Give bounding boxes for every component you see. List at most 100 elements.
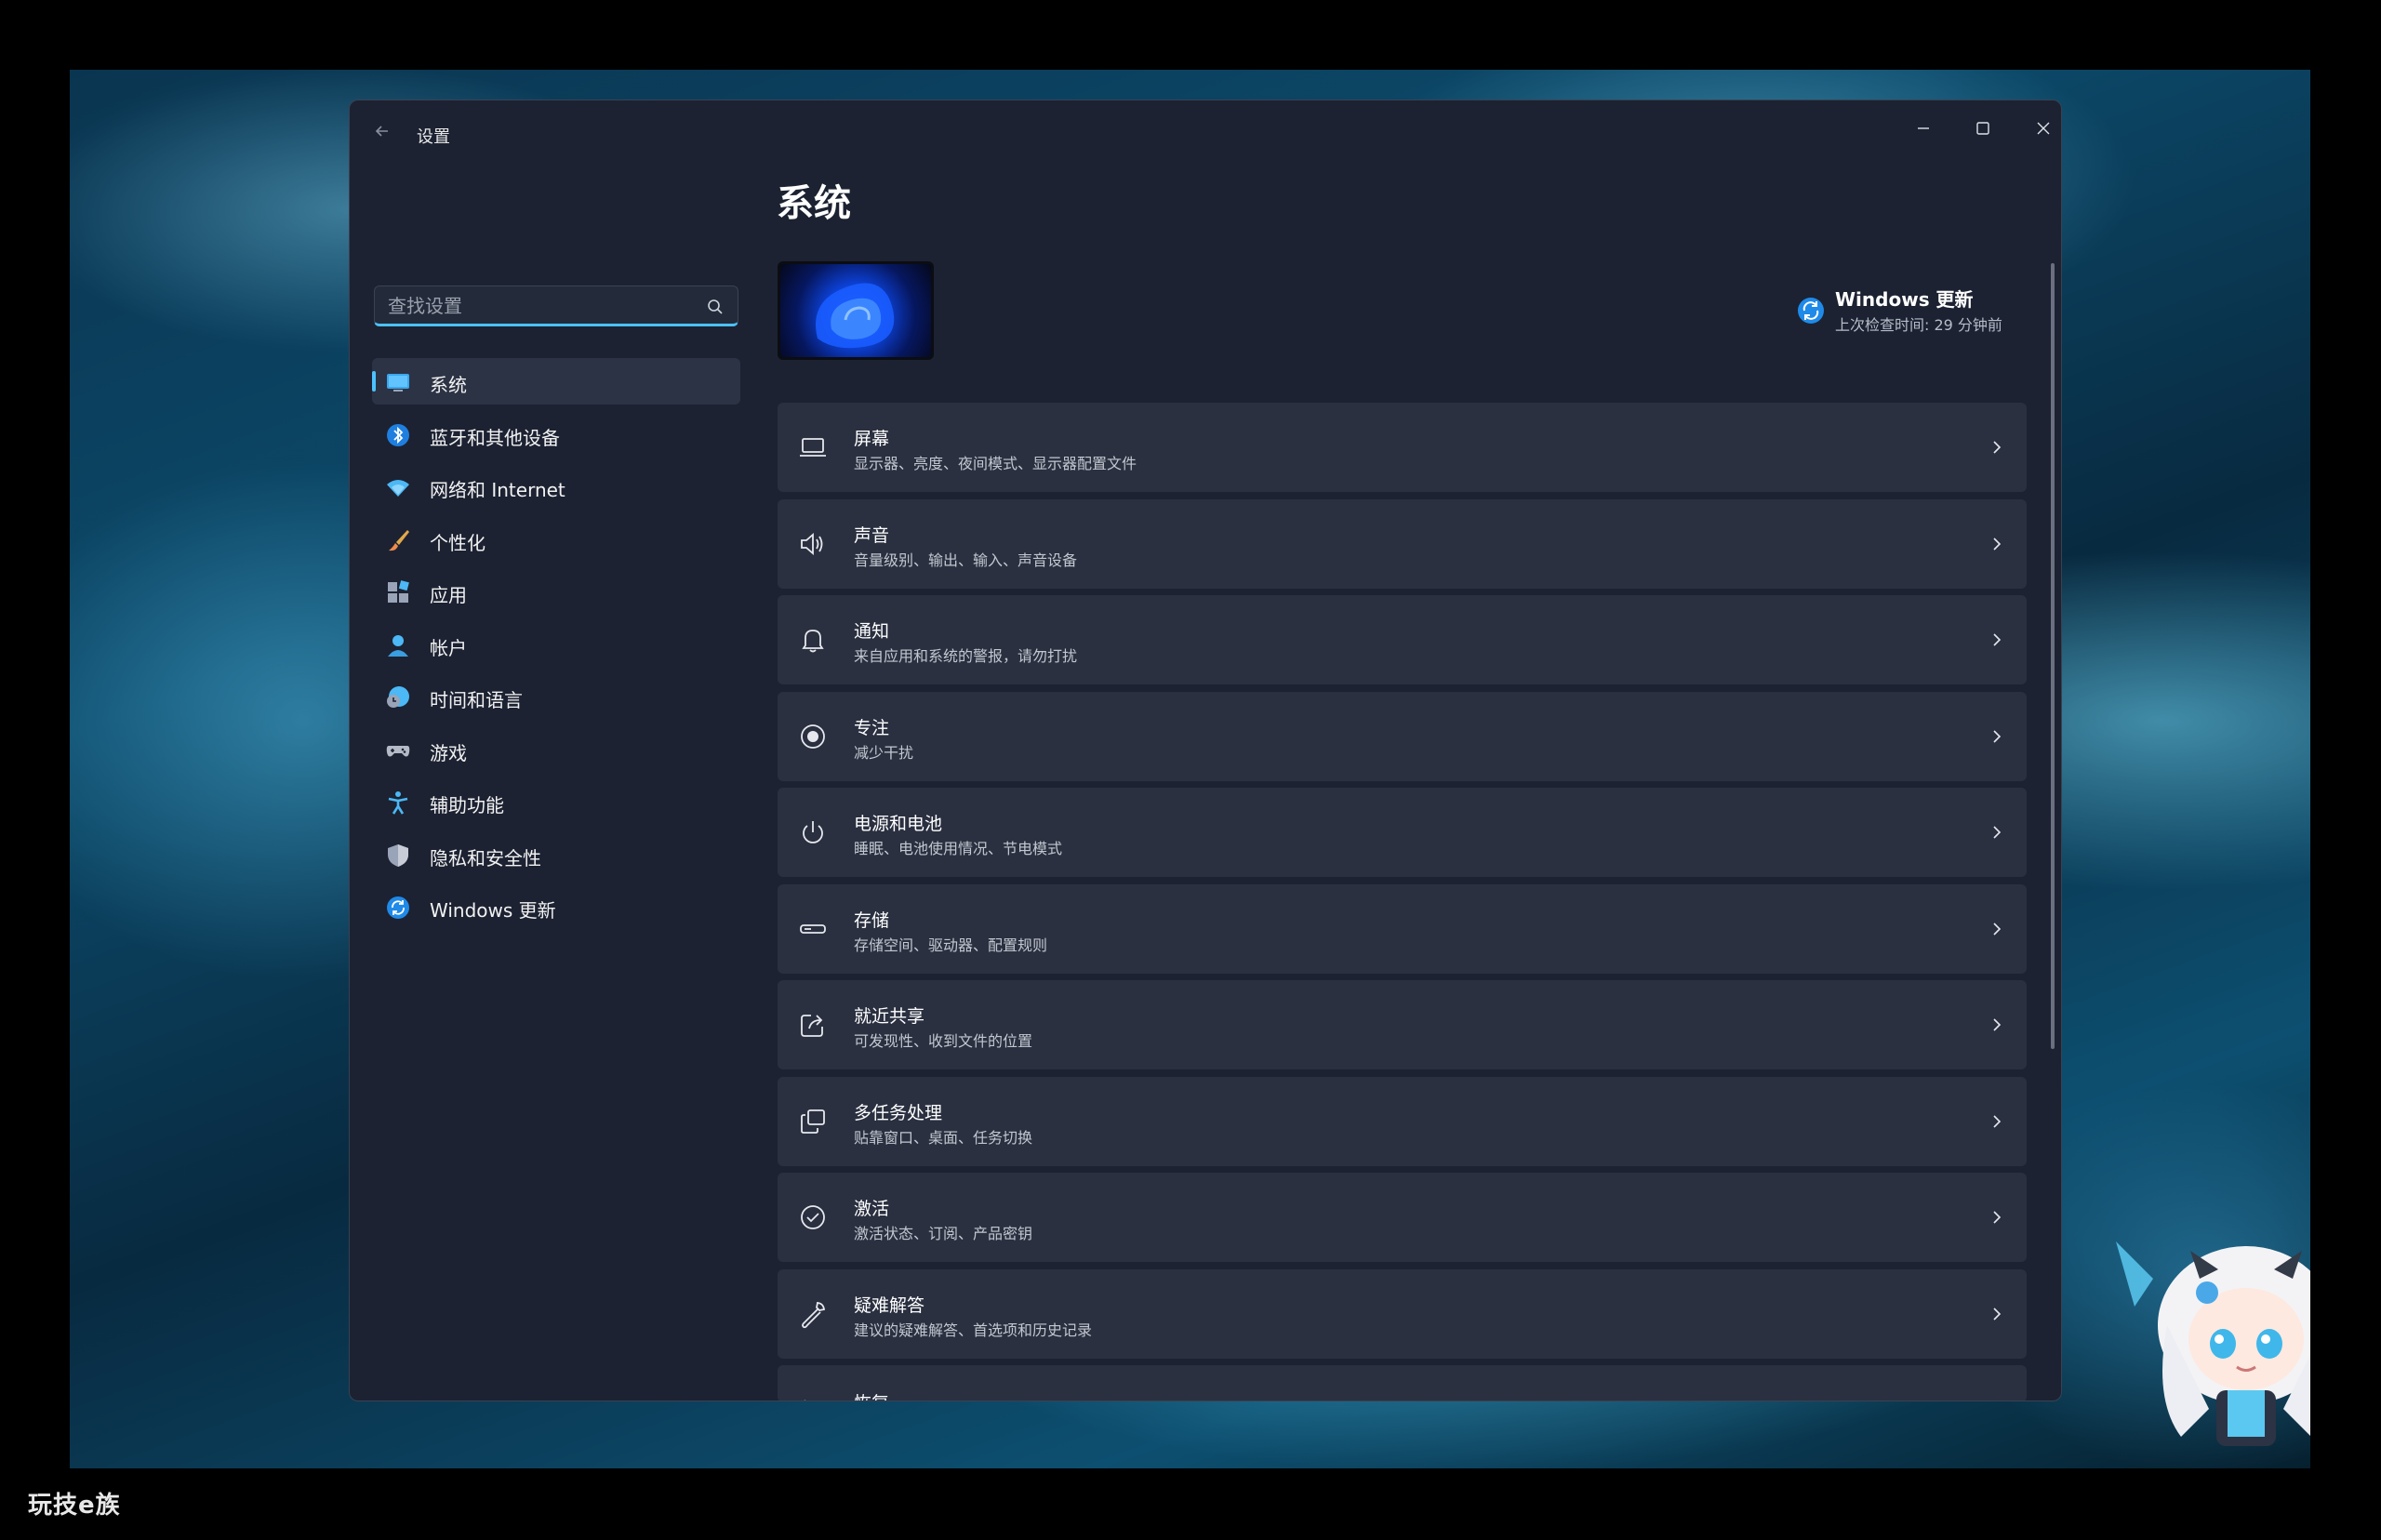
row-subtitle: 贴靠窗口、桌面、任务切换 (854, 1128, 1033, 1147)
row-title: 恢复 (854, 1389, 889, 1401)
sidebar-item-personalization[interactable]: 个性化 (372, 516, 740, 563)
power-icon (803, 821, 823, 843)
wallpaper-preview-image (816, 283, 895, 349)
row-subtitle: 显示器、亮度、夜间模式、显示器配置文件 (854, 455, 1137, 472)
search-box[interactable] (374, 285, 738, 326)
gamepad-icon (386, 745, 410, 756)
chevron-right-icon (1993, 922, 2002, 936)
search-icon[interactable] (706, 298, 725, 316)
sync-icon (1798, 298, 1824, 324)
row-title: 通知 (854, 621, 890, 642)
row-subtitle: 音量级别、输出、输入、声音设备 (854, 551, 1078, 569)
accessibility-icon (388, 791, 408, 815)
chevron-right-icon (1993, 729, 2002, 743)
sidebar-item-bluetooth[interactable]: 蓝牙和其他设备 (372, 411, 740, 458)
row-subtitle: 激活状态、订阅、产品密钥 (854, 1225, 1033, 1242)
settings-row-focus[interactable]: 专注 减少干扰 (778, 691, 2027, 781)
globe-clock-icon (387, 686, 409, 708)
sidebar-item-label: 系统 (430, 374, 467, 396)
sidebar-item-label: 应用 (430, 584, 467, 606)
sidebar-nav: 系统 蓝牙和其他设备 网络和 Internet 个性化 应用 帐户 时间和语言 … (372, 358, 740, 936)
settings-row-activation[interactable]: 激活 激活状态、订阅、产品密钥 (778, 1173, 2027, 1262)
sidebar-item-label: 辅助功能 (430, 794, 504, 816)
settings-row-notifications[interactable]: 通知 来自应用和系统的警报，请勿打扰 (778, 595, 2027, 684)
sidebar-item-accounts[interactable]: 帐户 (372, 621, 740, 668)
row-subtitle: 可发现性、收到文件的位置 (854, 1032, 1033, 1050)
settings-row-display[interactable]: 屏幕 显示器、亮度、夜间模式、显示器配置文件 (778, 403, 2027, 492)
sidebar-item-gaming[interactable]: 游戏 (372, 726, 740, 773)
mascot-image (2116, 1241, 2310, 1446)
settings-row-recovery[interactable]: 恢复 (778, 1365, 2027, 1401)
sidebar-item-apps[interactable]: 应用 (372, 568, 740, 615)
close-icon (2037, 122, 2050, 135)
row-subtitle: 来自应用和系统的警报，请勿打扰 (854, 647, 1078, 665)
sidebar-item-label: 游戏 (430, 741, 467, 764)
multitask-icon (801, 1109, 825, 1134)
row-title: 多任务处理 (854, 1102, 943, 1123)
sidebar-item-label: Windows 更新 (430, 899, 556, 922)
maximize-button[interactable] (1953, 110, 2013, 147)
recovery-icon (804, 1400, 805, 1401)
row-subtitle: 存储空间、驱动器、配置规则 (854, 936, 1048, 954)
row-subtitle: 建议的疑难解答、首选项和历史记录 (854, 1321, 1093, 1339)
search-input[interactable] (388, 292, 685, 320)
settings-row-sound[interactable]: 声音 音量级别、输出、输入、声音设备 (778, 498, 2027, 589)
row-title: 专注 (854, 717, 890, 738)
chevron-right-icon (1993, 1114, 2002, 1128)
chevron-right-icon (1993, 633, 2002, 646)
sidebar-item-windows-update[interactable]: Windows 更新 (372, 883, 740, 930)
settings-row-troubleshoot[interactable]: 疑难解答 建议的疑难解答、首选项和历史记录 (778, 1268, 2027, 1359)
close-button[interactable] (2014, 110, 2061, 147)
row-title: 屏幕 (854, 429, 890, 449)
chevron-right-icon (1993, 537, 2002, 551)
watermark-logo: 玩技e族 (28, 1492, 121, 1520)
storage-icon (800, 923, 826, 934)
sidebar-item-privacy[interactable]: 隐私和安全性 (372, 831, 740, 878)
back-button[interactable] (368, 121, 396, 149)
apps-icon (388, 580, 409, 603)
minimize-icon (1918, 127, 1929, 129)
chevron-right-icon (1993, 1307, 2002, 1321)
minimize-button[interactable] (1894, 110, 1953, 147)
sidebar-item-accessibility[interactable]: 辅助功能 (372, 778, 740, 825)
share-icon (801, 1015, 823, 1037)
sidebar-item-time-language[interactable]: 时间和语言 (372, 673, 740, 720)
chevron-right-icon (1993, 1211, 2002, 1224)
paintbrush-icon (389, 529, 409, 551)
sidebar-item-label: 时间和语言 (430, 689, 523, 711)
windows-update-status[interactable]: Windows 更新 上次检查时间: 29 分钟前 (1796, 285, 2047, 340)
maximize-icon (1976, 122, 1989, 135)
sidebar-item-label: 网络和 Internet (430, 479, 565, 501)
sidebar-item-label: 蓝牙和其他设备 (430, 426, 560, 449)
row-title: 疑难解答 (854, 1294, 925, 1316)
row-title: 电源和电池 (854, 814, 943, 834)
settings-row-nearby-sharing[interactable]: 就近共享 可发现性、收到文件的位置 (778, 980, 2027, 1069)
vertical-scrollbar[interactable] (2051, 263, 2055, 1049)
wrench-icon (802, 1301, 826, 1328)
wifi-icon (387, 480, 409, 497)
chevron-right-icon (1993, 1018, 2002, 1031)
check-circle-icon (801, 1205, 825, 1229)
title-bar: 设置 (350, 100, 2061, 166)
row-subtitle: 减少干扰 (854, 743, 914, 762)
sidebar-item-label: 帐户 (430, 636, 467, 659)
settings-row-multitasking[interactable]: 多任务处理 贴靠窗口、桌面、任务切换 (778, 1076, 2027, 1166)
laptop-icon (800, 438, 826, 457)
update-subtitle: 上次检查时间: 29 分钟前 (1835, 316, 2002, 334)
focus-icon (801, 724, 825, 749)
row-subtitle: 睡眠、电池使用情况、节电模式 (854, 840, 1063, 857)
settings-row-power[interactable]: 电源和电池 睡眠、电池使用情况、节电模式 (778, 788, 2027, 877)
row-title: 存储 (854, 909, 890, 931)
bell-icon (802, 630, 824, 653)
window-title: 设置 (417, 127, 450, 147)
sidebar-item-network[interactable]: 网络和 Internet (372, 463, 740, 510)
monitor-icon (387, 374, 409, 392)
row-title: 就近共享 (854, 1006, 925, 1027)
arrow-left-icon (375, 126, 388, 137)
settings-window: 设置 系统 (349, 100, 2062, 1401)
chevron-right-icon (1993, 441, 2002, 454)
settings-row-storage[interactable]: 存储 存储空间、驱动器、配置规则 (778, 883, 2027, 974)
desktop-thumbnail[interactable] (778, 261, 934, 360)
sidebar-item-system[interactable]: 系统 (372, 358, 740, 405)
row-title: 激活 (854, 1199, 890, 1219)
